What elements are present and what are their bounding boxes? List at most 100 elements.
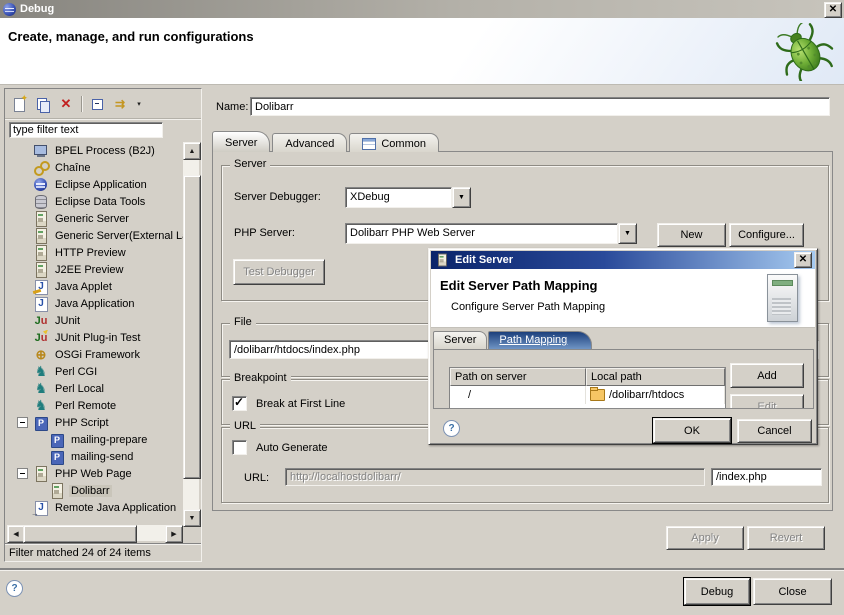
delete-icon[interactable] [58, 96, 74, 112]
tree-item[interactable]: Eclipse Application [7, 176, 183, 193]
dialog-close-icon[interactable] [794, 252, 812, 268]
tree-item[interactable]: JuJUnit [7, 312, 183, 329]
tree-item[interactable]: Generic Server [7, 210, 183, 227]
server-debugger-select[interactable]: XDebug [345, 187, 471, 208]
java-applet-icon: J [33, 279, 49, 295]
edit-server-dialog: Edit Server Edit Server Path Mapping Con… [428, 248, 818, 445]
tree-item[interactable]: Pmailing-prepare [7, 431, 183, 448]
title-bar[interactable]: Debug [0, 0, 844, 18]
tab-advanced[interactable]: Advanced [272, 133, 347, 152]
breakpoint-group-label: Breakpoint [230, 372, 291, 384]
minus-box-icon[interactable] [17, 468, 28, 479]
tree-item[interactable]: HTTP Preview [7, 244, 183, 261]
table-row[interactable]: //dolibarr/htdocs [450, 386, 725, 404]
tree-item[interactable]: ⊕OSGi Framework [7, 346, 183, 363]
break-first-line-label: Break at First Line [256, 398, 345, 410]
tab-server[interactable]: Server [212, 131, 270, 152]
remote-java-icon: J [33, 500, 49, 516]
junit-icon: Ju [33, 313, 49, 329]
dialog-title-bar[interactable]: Edit Server [431, 251, 815, 269]
combo-arrow-icon[interactable] [618, 223, 637, 244]
tab-label: Common [381, 138, 426, 150]
name-input[interactable] [250, 97, 830, 116]
scroll-down-icon[interactable]: ▼ [183, 509, 201, 527]
dialog-heading: Edit Server Path Mapping [440, 278, 597, 293]
collapse-toggle[interactable] [17, 417, 33, 428]
tree-item[interactable]: ♞Perl CGI [7, 363, 183, 380]
tree-vertical-scrollbar[interactable]: ▲ ▼ [183, 142, 199, 527]
column-header[interactable]: Local path [586, 368, 725, 386]
window-title: Debug [20, 3, 54, 15]
tab-label: Advanced [285, 138, 334, 150]
tree-item[interactable]: Pmailing-send [7, 448, 183, 465]
scroll-up-icon[interactable]: ▲ [183, 142, 201, 160]
auto-generate-label: Auto Generate [256, 442, 328, 454]
dialog-help-icon[interactable]: ? [443, 420, 460, 437]
debug-button[interactable]: Debug [684, 578, 750, 605]
tree-item-label: Chaîne [53, 162, 92, 174]
tree-item[interactable]: Eclipse Data Tools [7, 193, 183, 210]
tree-horizontal-scrollbar[interactable]: ◀ ▶ [7, 525, 183, 541]
server-icon [33, 211, 49, 227]
ok-button[interactable]: OK [653, 418, 731, 443]
add-mapping-button[interactable]: Add [730, 363, 804, 388]
tab-common[interactable]: Common [349, 133, 439, 152]
collapse-toggle[interactable] [17, 468, 33, 479]
column-header[interactable]: Path on server [450, 368, 586, 386]
tree-item[interactable]: PHP Web Page [7, 465, 183, 482]
apply-button[interactable]: Apply [666, 526, 744, 550]
new-configuration-icon[interactable] [12, 96, 28, 112]
edit-mapping-button[interactable]: Edit [730, 394, 804, 409]
minus-box-icon[interactable] [17, 417, 28, 428]
combo-arrow-icon[interactable] [452, 187, 471, 208]
dialog-tab-server[interactable]: Server [433, 331, 487, 349]
new-server-button[interactable]: New [657, 223, 726, 247]
tree-item[interactable]: J Remote Java Application [7, 499, 183, 516]
tree-item[interactable]: ♞Perl Remote [7, 397, 183, 414]
dialog-header: Edit Server Path Mapping Configure Serve… [431, 269, 815, 328]
tree-item[interactable]: JJava Application [7, 295, 183, 312]
path-mapping-table: Path on server Local path //dolibarr/htd… [449, 367, 726, 409]
url-path-input[interactable] [711, 468, 822, 486]
header-banner: Create, manage, and run configurations [0, 18, 844, 85]
tree-item[interactable]: Generic Server(External La [7, 227, 183, 244]
help-icon[interactable]: ? [6, 580, 23, 597]
auto-generate-checkbox[interactable] [232, 440, 247, 455]
revert-button[interactable]: Revert [747, 526, 825, 550]
chevron-down-icon[interactable] [135, 96, 143, 112]
filter-status: Filter matched 24 of 24 items [5, 543, 201, 561]
close-button[interactable]: Close [753, 578, 832, 605]
cancel-button[interactable]: Cancel [737, 419, 812, 443]
php-server-select[interactable]: Dolibarr PHP Web Server [345, 223, 637, 244]
tree-item[interactable]: BPEL Process (B2J) [7, 142, 183, 159]
dialog-tab-path-mapping[interactable]: Path Mapping [488, 331, 592, 349]
collapse-all-icon[interactable] [89, 96, 105, 112]
tree-item[interactable]: JuJUnit Plug-in Test [7, 329, 183, 346]
tree-item[interactable]: JJava Applet [7, 278, 183, 295]
page-title: Create, manage, and run configurations [8, 29, 254, 44]
footer-separator [0, 568, 844, 570]
tab-label: Server [225, 137, 257, 149]
duplicate-icon[interactable] [35, 96, 51, 112]
tree-item[interactable]: ♞Perl Local [7, 380, 183, 397]
filter-input[interactable] [9, 122, 163, 138]
table-body: //dolibarr/htdocs [450, 386, 725, 404]
tree-item[interactable]: J2EE Preview [7, 261, 183, 278]
configure-server-button[interactable]: Configure... [729, 223, 804, 247]
tree-item[interactable]: Chaîne [7, 159, 183, 176]
tree-item[interactable]: PPHP Script [7, 414, 183, 431]
tree-item-label: Generic Server [53, 213, 131, 225]
perl-icon: ♞ [33, 381, 49, 397]
php-icon: P [49, 432, 65, 448]
test-debugger-button[interactable]: Test Debugger [233, 259, 325, 285]
perl-icon: ♞ [33, 364, 49, 380]
vertical-scroll-thumb[interactable] [183, 175, 201, 479]
close-icon[interactable] [824, 2, 842, 18]
tree-item[interactable]: Dolibarr [7, 482, 183, 499]
tree-item-label: Remote Java Application [53, 502, 178, 514]
filter-icon[interactable] [112, 96, 128, 112]
break-first-line-checkbox[interactable] [232, 396, 247, 411]
horizontal-scroll-thumb[interactable] [23, 525, 137, 543]
scroll-right-icon[interactable]: ▶ [165, 525, 183, 543]
server-debugger-label: Server Debugger: [234, 191, 321, 203]
